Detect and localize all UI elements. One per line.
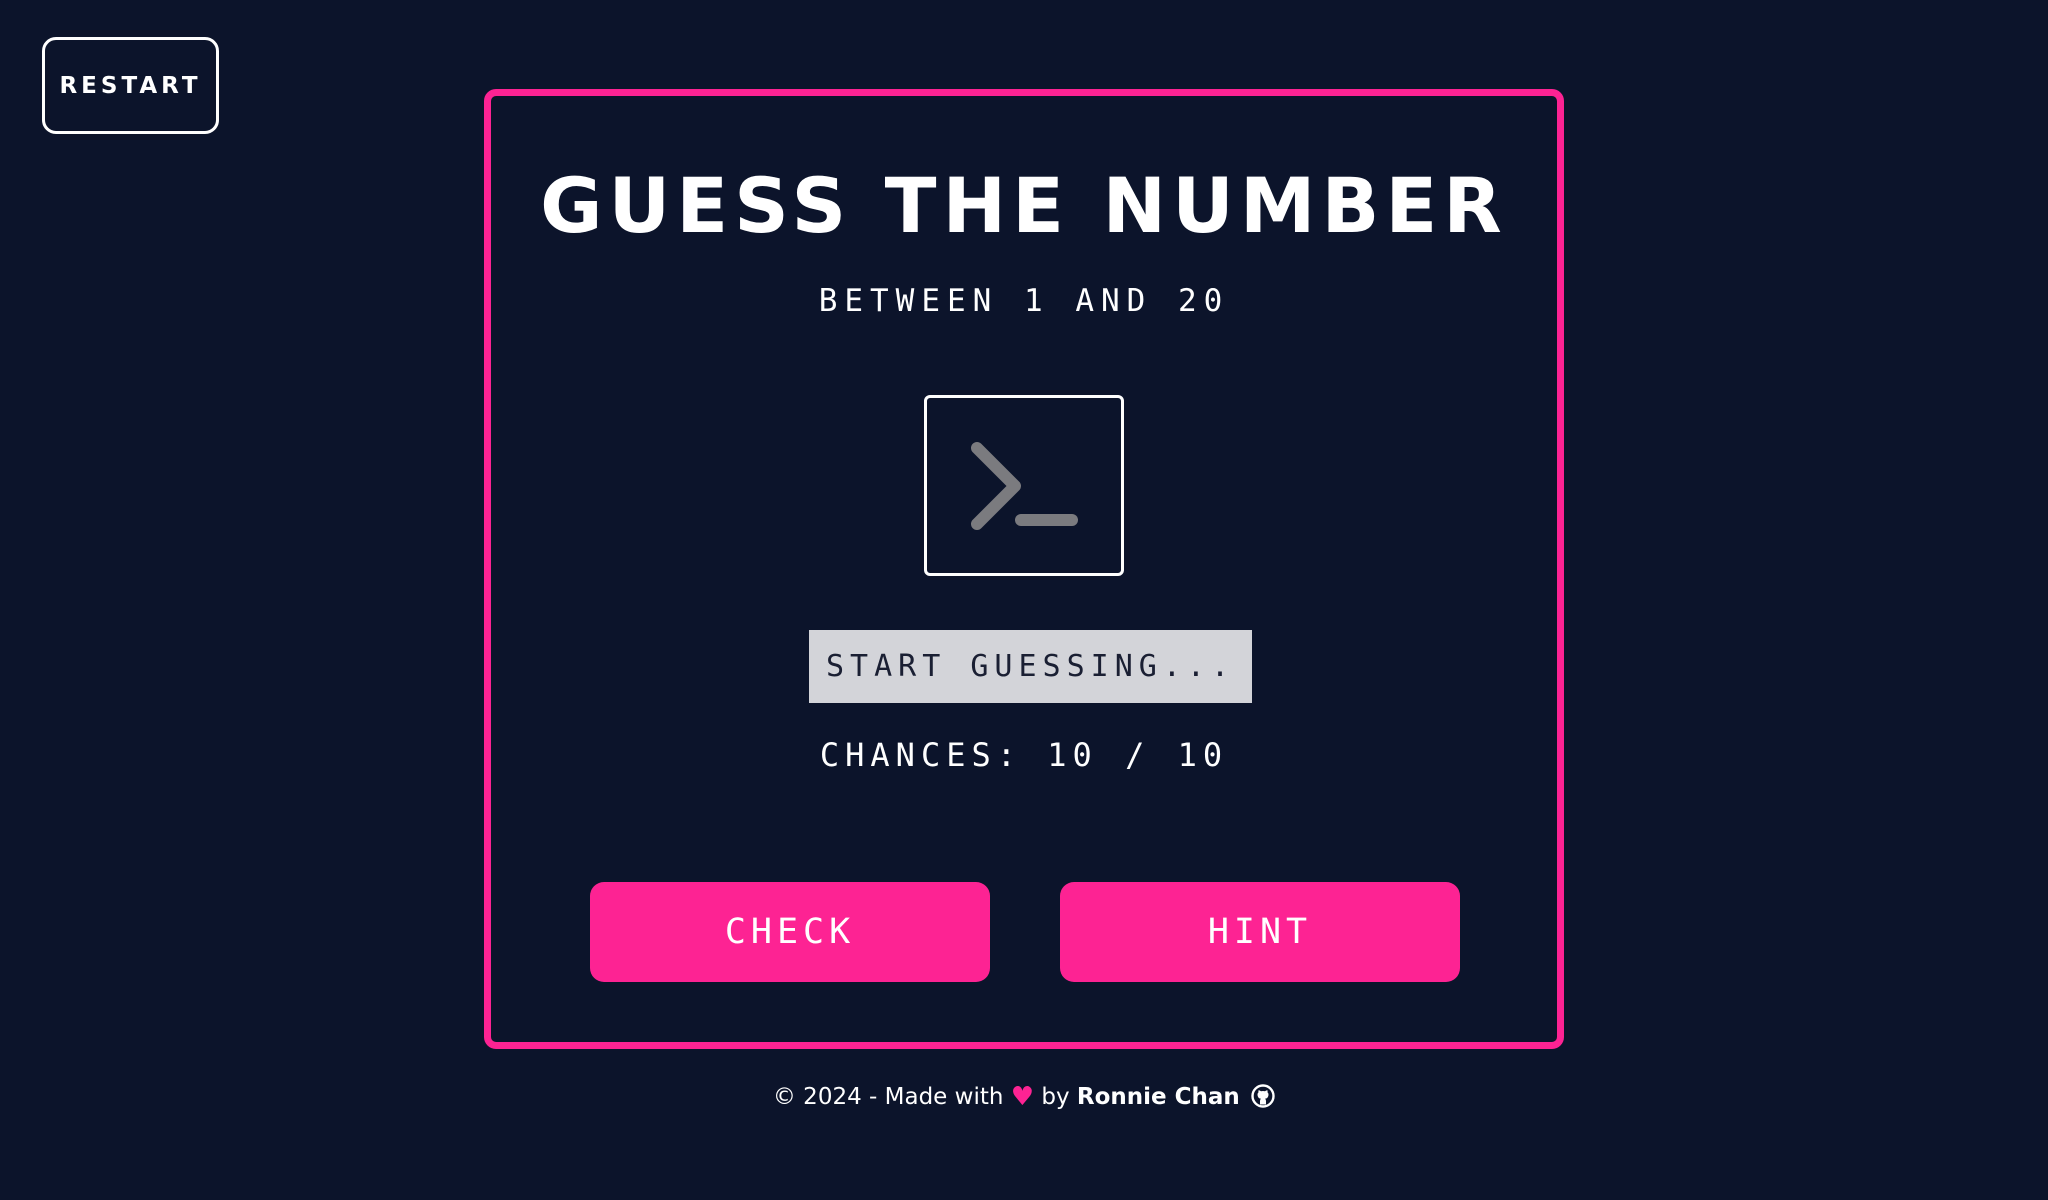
restart-button[interactable]: RESTART [42, 37, 219, 134]
heart-icon: ♥ [1010, 1082, 1035, 1112]
footer-copyright: © 2024 - Made with [772, 1084, 1004, 1110]
chances-label: CHANCES: [819, 736, 1022, 774]
hint-button[interactable]: HINT [1060, 882, 1460, 982]
check-button[interactable]: CHECK [590, 882, 990, 982]
chances-separator: / [1125, 736, 1151, 774]
author-link[interactable]: Ronnie Chan [1077, 1084, 1240, 1110]
terminal-prompt-icon [971, 442, 1078, 530]
footer: © 2024 - Made with ♥ by Ronnie Chan [0, 1080, 2048, 1118]
game-subtitle: BETWEEN 1 AND 20 [818, 283, 1230, 319]
chances-total: 10 [1177, 736, 1229, 774]
guess-input[interactable]: START GUESSING... [809, 630, 1252, 703]
number-display-box [924, 395, 1124, 576]
game-card: GUESS THE NUMBER BETWEEN 1 AND 20 START … [484, 89, 1564, 1049]
footer-by: by [1041, 1084, 1070, 1110]
chances-counter: CHANCES: 10 / 10 [491, 739, 1557, 771]
game-title: GUESS THE NUMBER [540, 161, 1508, 250]
chances-remaining: 10 [1047, 736, 1098, 774]
github-icon[interactable] [1251, 1084, 1275, 1118]
